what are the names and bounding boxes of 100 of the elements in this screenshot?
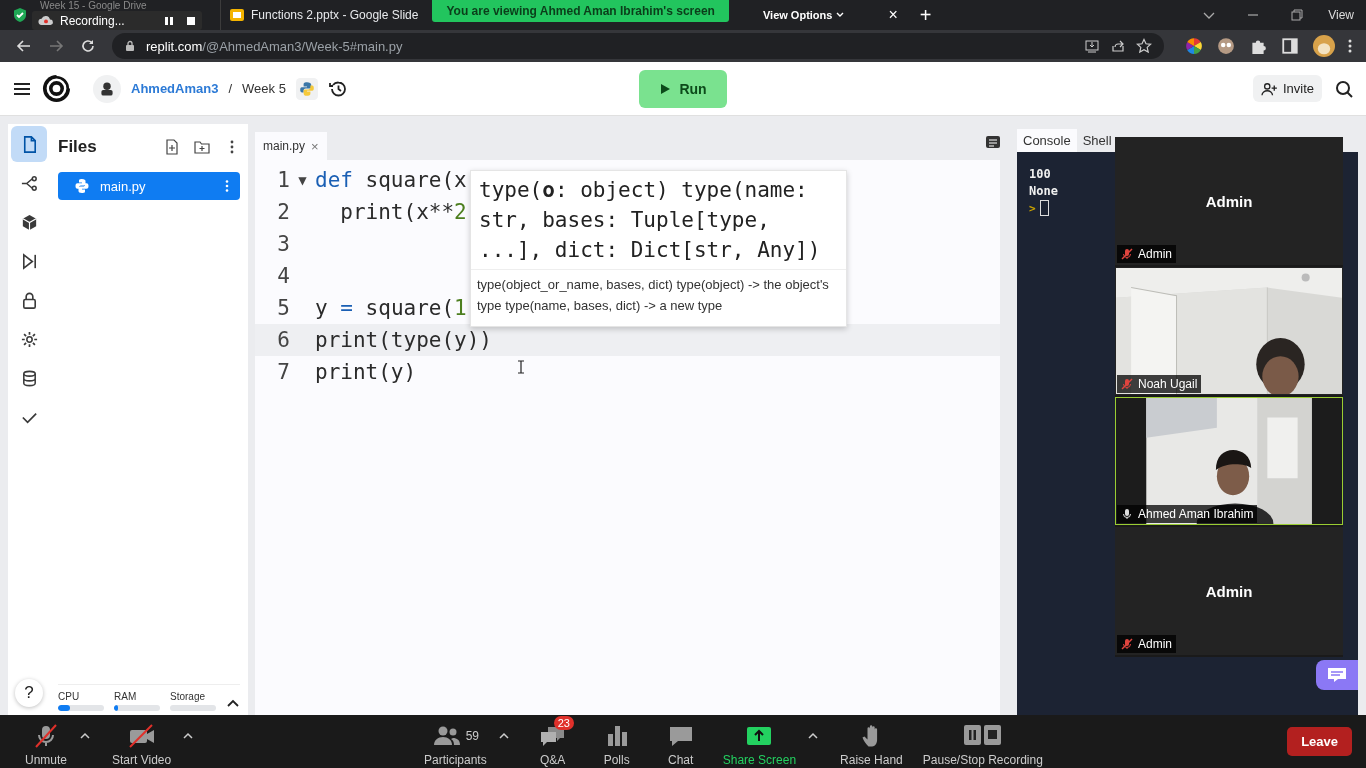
start-video-button[interactable]: Start Video [104,716,180,767]
search-icon[interactable] [1334,78,1354,99]
user-link[interactable]: AhmedAman3 [131,81,219,96]
install-icon[interactable] [1084,38,1100,54]
play-icon [659,82,672,95]
code-line: print(y) [315,360,417,384]
usage-meter [58,705,104,711]
caret-icon[interactable] [808,731,819,740]
participant-display-name: Admin [1205,192,1253,210]
profile-icon[interactable] [1313,35,1335,57]
python-icon [74,178,90,194]
line-number: 2 [276,200,290,224]
back-icon[interactable] [16,38,32,54]
files-tool-button[interactable] [11,126,47,162]
resource-label: RAM [114,691,138,702]
user-avatar[interactable] [93,74,121,103]
video-tile[interactable]: Admin Admin [1115,137,1343,265]
share-button[interactable]: Share Screen [714,716,805,767]
help-button[interactable]: ? [15,679,43,707]
chat-button[interactable] [1316,660,1358,690]
fold-toggle[interactable]: ▼ [298,172,307,188]
people-icon [431,724,462,748]
console-line: 100 [1029,166,1052,183]
stop-icon[interactable] [186,15,196,26]
text-cursor-icon [517,360,525,374]
video-tile[interactable]: Ahmed Aman Ibrahim [1115,397,1343,525]
slides-icon [229,7,245,23]
sidebar-icon[interactable] [1281,37,1299,55]
code-line: print(x**2 [339,200,467,224]
console-line: None [1029,183,1059,200]
participant-name: Admin [1138,247,1172,261]
view-label[interactable]: View [1328,8,1354,22]
caret-icon[interactable] [183,731,194,740]
forward-icon[interactable] [48,38,64,54]
line-number: 1 [276,168,290,192]
pause-icon[interactable] [164,15,174,26]
logo-icon[interactable] [42,74,71,103]
usage-meter [114,705,160,711]
resource-label: Storage [170,691,207,702]
run-button[interactable]: Run [639,69,727,108]
tab-title[interactable]: Functions 2.pptx - Google Slide [251,8,419,22]
recording-label: Recording... [60,13,126,28]
python-icon [295,77,318,100]
pause-stop-icon [962,724,1003,748]
line-number: 7 [276,360,290,384]
editor-tab[interactable]: main.py × [255,132,327,160]
extension-icon[interactable] [1217,37,1235,55]
branch-icon [19,173,39,193]
breadcrumb-separator: / [228,81,233,96]
cloud-recording-icon [38,15,54,26]
line-number: 6 [276,328,290,352]
caret-icon [836,12,845,18]
address-field[interactable]: replit.com/@AhmedAman3/Week-5#main.py [112,33,1164,59]
hand-button[interactable]: Raise Hand [832,716,911,767]
layout-icon[interactable] [985,134,1001,150]
add-folder-icon[interactable] [194,139,210,155]
color-wheel-icon[interactable] [1185,37,1203,55]
participant-name: Admin [1138,637,1172,651]
doc-text: type(object_or_name, bases, dict) type(object) -> the object's type type(name, bases, dict) -> a new type [476,276,830,315]
url-text: replit.com/@AhmedAman3/Week-5#main.py [146,38,403,54]
repl-name[interactable]: Week 5 [242,81,286,96]
line-number: 4 [276,264,290,288]
restore-icon[interactable] [1290,8,1305,22]
tab-title[interactable]: Week 15 - Google Drive [40,0,147,11]
recording-button[interactable]: Pause/Stop Recording [914,716,1051,767]
lock-icon [124,40,136,52]
reload-icon[interactable] [80,38,96,54]
close-tab-button[interactable]: × [888,6,898,24]
share-icon[interactable] [1110,38,1126,54]
resource-label: CPU [58,691,81,702]
invite-button[interactable]: Invite [1252,75,1322,102]
unmute-button[interactable]: Unmute [16,716,76,767]
line-number: 3 [276,232,290,256]
star-icon[interactable] [1136,38,1152,54]
caret-icon[interactable] [498,731,509,740]
add-file-icon[interactable] [164,139,180,155]
input-cursor [1039,200,1049,216]
console-tab[interactable]: Console [1017,129,1077,152]
file-item[interactable]: main.py [58,172,240,200]
qa-button[interactable]: 23 Q&A [522,716,583,767]
view-options-button[interactable]: View Options [756,8,851,22]
participant-name: Noah Ugail [1138,377,1198,391]
participant-name: Ahmed Aman Ibrahim [1138,507,1254,521]
video-tile[interactable]: Admin Admin [1115,527,1343,655]
share-banner: You are viewing Ahmed Aman Ibrahim's screen [432,0,729,22]
add-person-icon [1260,81,1277,96]
close-tab-button[interactable]: × [311,138,319,154]
settings-icon [19,329,39,349]
new-tab-button[interactable]: + [919,3,932,27]
participants-button[interactable]: 59 Participants [416,716,495,767]
leave-button[interactable]: Leave [1287,727,1352,756]
code-line: y = square(1 [315,296,467,320]
code-line: print(type(y)) [315,328,492,352]
console-tab[interactable]: Shell [1076,129,1118,152]
video-tile[interactable]: Noah Ugail [1115,267,1343,395]
chat-button[interactable]: Chat [650,716,711,767]
polls-button[interactable]: Polls [586,716,647,767]
caret-icon[interactable] [80,731,90,740]
panel-title: Files [58,137,98,157]
notification-badge: 23 [553,716,574,730]
